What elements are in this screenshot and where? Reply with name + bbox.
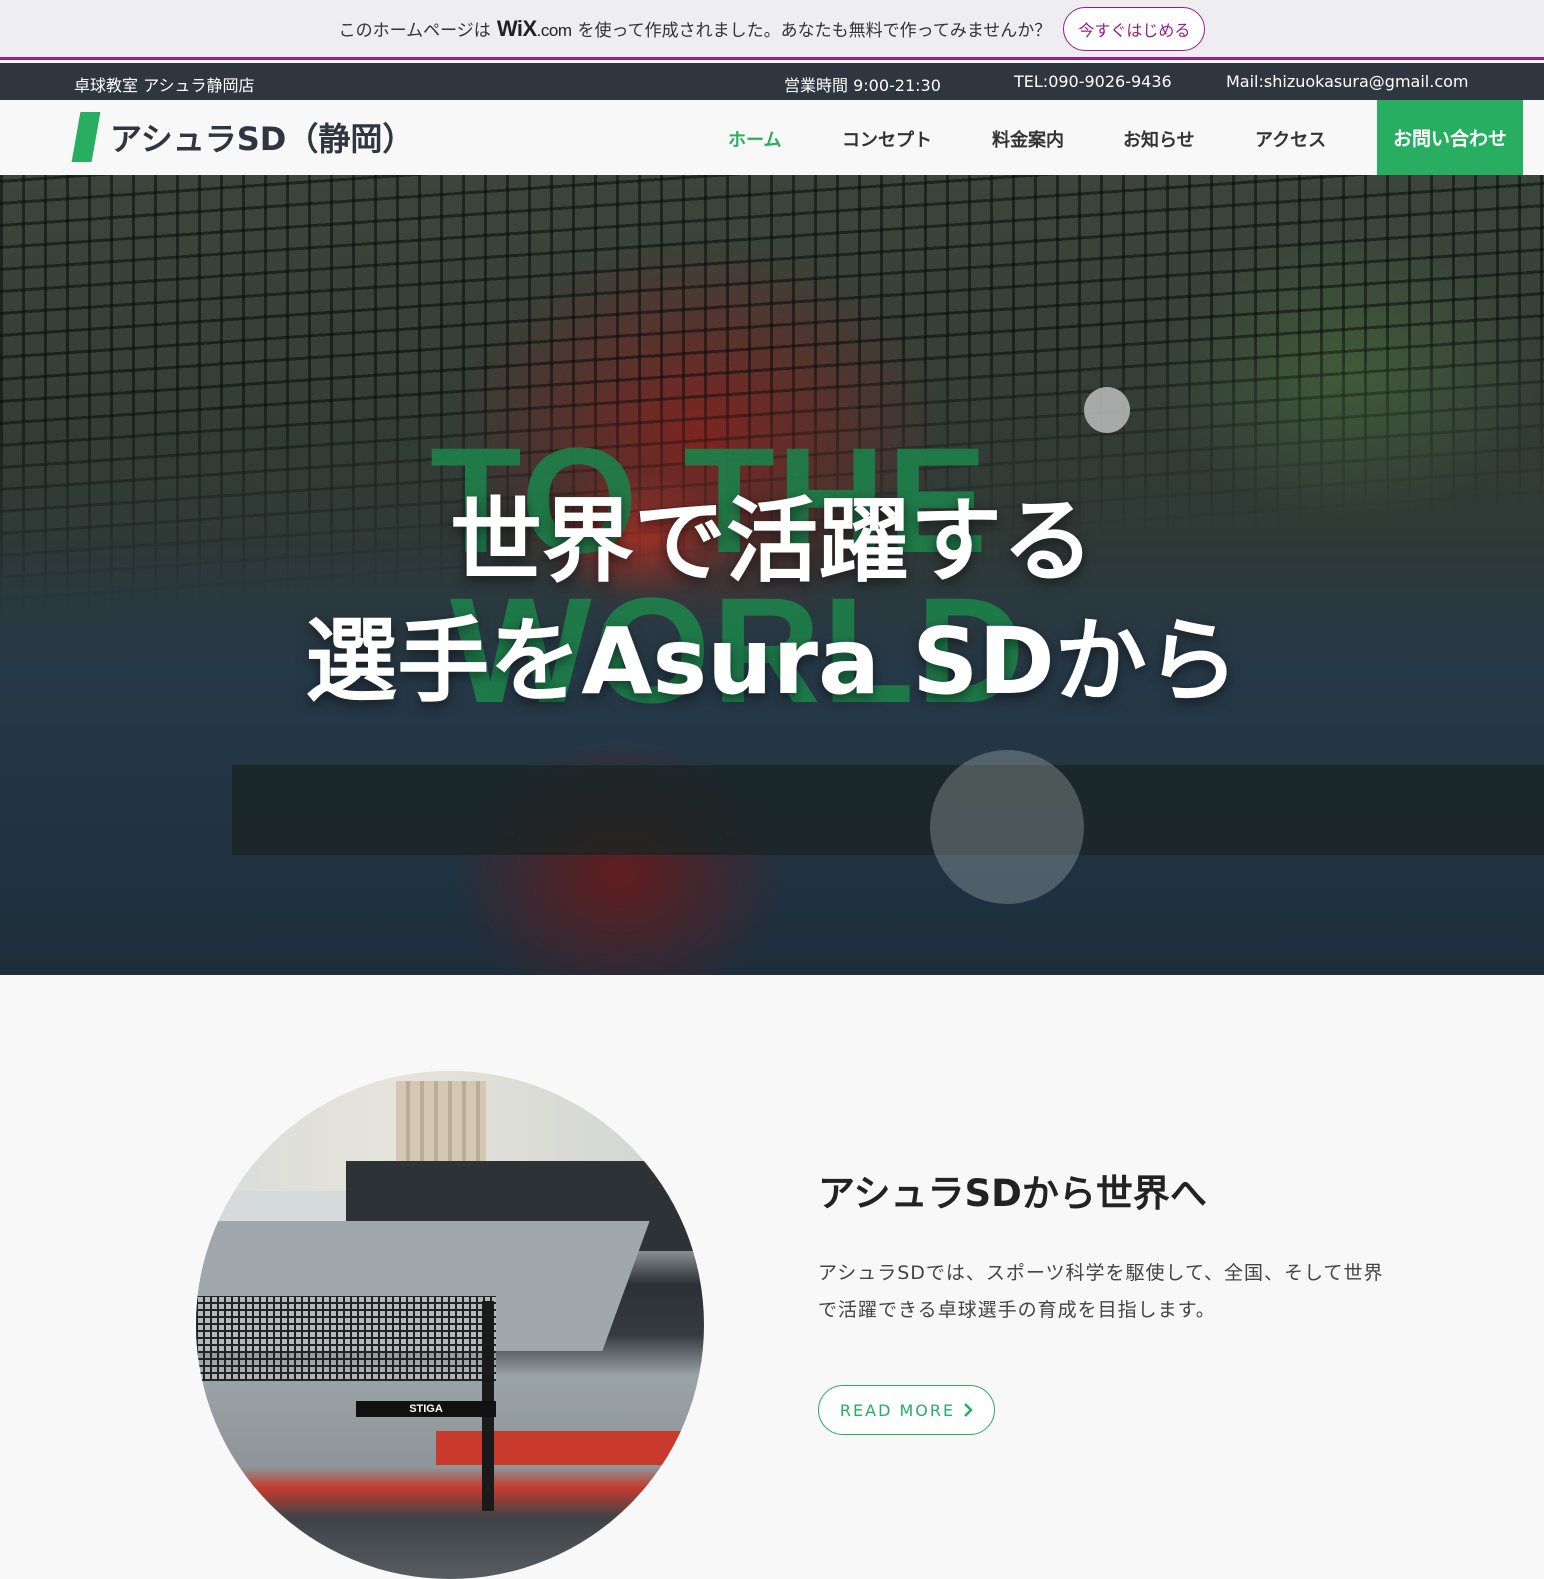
nav-news[interactable]: お知らせ: [1123, 126, 1195, 152]
logo-mark-icon: [71, 112, 101, 162]
contact-button[interactable]: お問い合わせ: [1377, 100, 1523, 175]
hero-headline-line2: 選手をAsura SDから: [305, 608, 1239, 715]
wix-logo-suffix: .com: [536, 20, 572, 40]
photo-brand-label: STIGA: [356, 1401, 496, 1417]
wix-logo[interactable]: WiX.com: [497, 16, 572, 42]
site-logo[interactable]: アシュラSD（静岡）: [110, 114, 414, 160]
wix-text-before: このホームページは: [338, 21, 491, 41]
about-section: STIGA アシュラSDから世界へ アシュラSDでは、スポーツ科学を駆使して、全…: [0, 975, 1544, 1579]
about-title: アシュラSDから世界へ: [818, 1172, 1207, 1215]
info-bar: 卓球教室 アシュラ静岡店 営業時間 9:00-21:30 TEL:090-902…: [0, 63, 1544, 100]
hero-headline-line1: 世界で活躍する: [449, 488, 1094, 595]
read-more-label: READ MORE: [839, 1400, 956, 1420]
wix-logo-main: WiX: [496, 15, 537, 41]
ping-pong-table-photo: STIGA: [196, 1071, 704, 1579]
photo-red-floor: [436, 1431, 704, 1465]
email-address[interactable]: Mail:shizuokasura@gmail.com: [1226, 72, 1468, 91]
shop-name: 卓球教室 アシュラ静岡店: [74, 76, 255, 95]
nav-access[interactable]: アクセス: [1255, 126, 1326, 152]
business-hours: 営業時間 9:00-21:30: [784, 76, 941, 95]
about-body: アシュラSDでは、スポーツ科学を駆使して、全国、そして世界で活躍できる卓球選手の…: [818, 1262, 1384, 1321]
hero-circle-decoration: [930, 750, 1084, 904]
hero-section: TO THE WORLD 世界で活躍する 選手をAsura SDから: [0, 175, 1544, 975]
wix-banner: このホームページは WiX.com を使って作成されました。あなたも無料で作って…: [0, 0, 1544, 60]
nav-concept[interactable]: コンセプト: [842, 126, 932, 152]
nav-pricing[interactable]: 料金案内: [992, 126, 1064, 152]
wix-text-after: を使って作成されました。あなたも無料で作ってみませんか？: [577, 21, 1052, 41]
photo-net: [196, 1296, 496, 1381]
nav-home[interactable]: ホーム: [728, 126, 781, 152]
wix-start-button[interactable]: 今すぐはじめる: [1063, 6, 1206, 51]
site-header: アシュラSD（静岡） ホーム コンセプト 料金案内 お知らせ アクセス: [0, 100, 1544, 175]
wix-banner-text: このホームページは WiX.com を使って作成されました。あなたも無料で作って…: [339, 16, 1052, 42]
chevron-right-icon: [964, 1403, 973, 1417]
phone-number[interactable]: TEL:090-9026-9436: [1014, 72, 1172, 91]
read-more-button[interactable]: READ MORE: [818, 1385, 995, 1435]
